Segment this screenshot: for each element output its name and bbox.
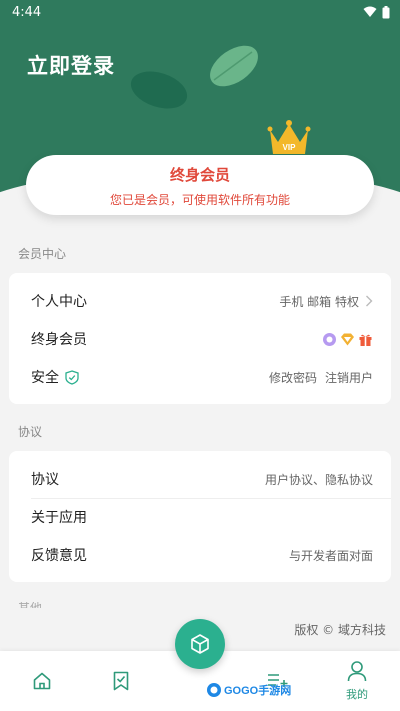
- row-label: 反馈意见: [31, 548, 87, 564]
- row-label: 终身会员: [31, 332, 87, 348]
- row-label: 个人中心: [31, 294, 87, 310]
- nav-bookmark[interactable]: [101, 651, 141, 711]
- vip-crown-icon: VIP: [267, 120, 311, 154]
- row-label: 协议: [31, 472, 59, 488]
- shield-check-icon: [65, 369, 79, 385]
- agreement-card: 协议 用户协议、隐私协议 关于应用 反馈意见 与开发者面对面: [9, 451, 391, 582]
- copyright-text: 版权 © 域方科技: [294, 623, 386, 637]
- section-title-other: 其他: [18, 602, 42, 608]
- person-icon: [347, 661, 367, 682]
- vip-badge-icon: [323, 332, 336, 346]
- nav-home[interactable]: [22, 651, 62, 711]
- status-bar: 4:44: [0, 0, 400, 24]
- row-about-app[interactable]: 关于应用: [9, 498, 391, 536]
- gogo-logo-icon: [207, 683, 221, 697]
- watermark-logo: GOGO手游网: [206, 682, 291, 698]
- gift-icon: [359, 334, 372, 346]
- row-detail: 手机 邮箱 特权: [279, 294, 359, 309]
- vip-status-card[interactable]: 终身会员 您已是会员，可使用软件所有功能: [26, 155, 374, 215]
- vip-title: 终身会员: [169, 166, 230, 184]
- change-password-link[interactable]: 修改密码: [269, 369, 317, 386]
- wifi-icon: [363, 6, 377, 17]
- row-lifetime-member[interactable]: 终身会员: [9, 320, 391, 358]
- row-feedback[interactable]: 反馈意见 与开发者面对面: [9, 536, 391, 574]
- row-security[interactable]: 安全 修改密码 注销用户: [9, 358, 391, 396]
- nav-mine-label: 我的: [346, 688, 368, 701]
- row-label: 安全: [31, 370, 59, 386]
- member-card: 个人中心 手机 邮箱 特权 终身会员 安全 修改密码 注销用户: [9, 273, 391, 404]
- cube-icon: [191, 634, 209, 654]
- vip-subtitle: 您已是会员，可使用软件所有功能: [109, 193, 290, 207]
- leaf-dark-decoration: [130, 71, 188, 109]
- diamond-icon: [341, 333, 354, 345]
- login-link[interactable]: 立即登录: [27, 50, 115, 80]
- crown-vip-text: VIP: [283, 143, 297, 152]
- battery-icon: [382, 5, 390, 18]
- delete-account-link[interactable]: 注销用户: [325, 369, 373, 386]
- row-detail: 与开发者面对面: [288, 548, 373, 563]
- row-detail: 用户协议、隐私协议: [264, 472, 373, 487]
- status-time: 4:44: [12, 4, 42, 20]
- row-agreement[interactable]: 协议 用户协议、隐私协议: [9, 460, 391, 498]
- bookmark-check-icon: [113, 671, 129, 691]
- chevron-right-icon: [366, 295, 373, 307]
- nav-list[interactable]: [258, 651, 298, 711]
- section-title-member: 会员中心: [18, 247, 67, 261]
- watermark-text: GOGO手游网: [224, 685, 292, 697]
- home-icon: [33, 672, 51, 690]
- nav-mine[interactable]: 我的: [332, 651, 382, 711]
- center-fab-button[interactable]: [175, 619, 225, 669]
- row-personal-center[interactable]: 个人中心 手机 邮箱 特权: [9, 282, 391, 320]
- section-title-agreement: 协议: [18, 425, 43, 439]
- leaf-light-decoration: [210, 45, 258, 87]
- row-label: 关于应用: [31, 510, 87, 526]
